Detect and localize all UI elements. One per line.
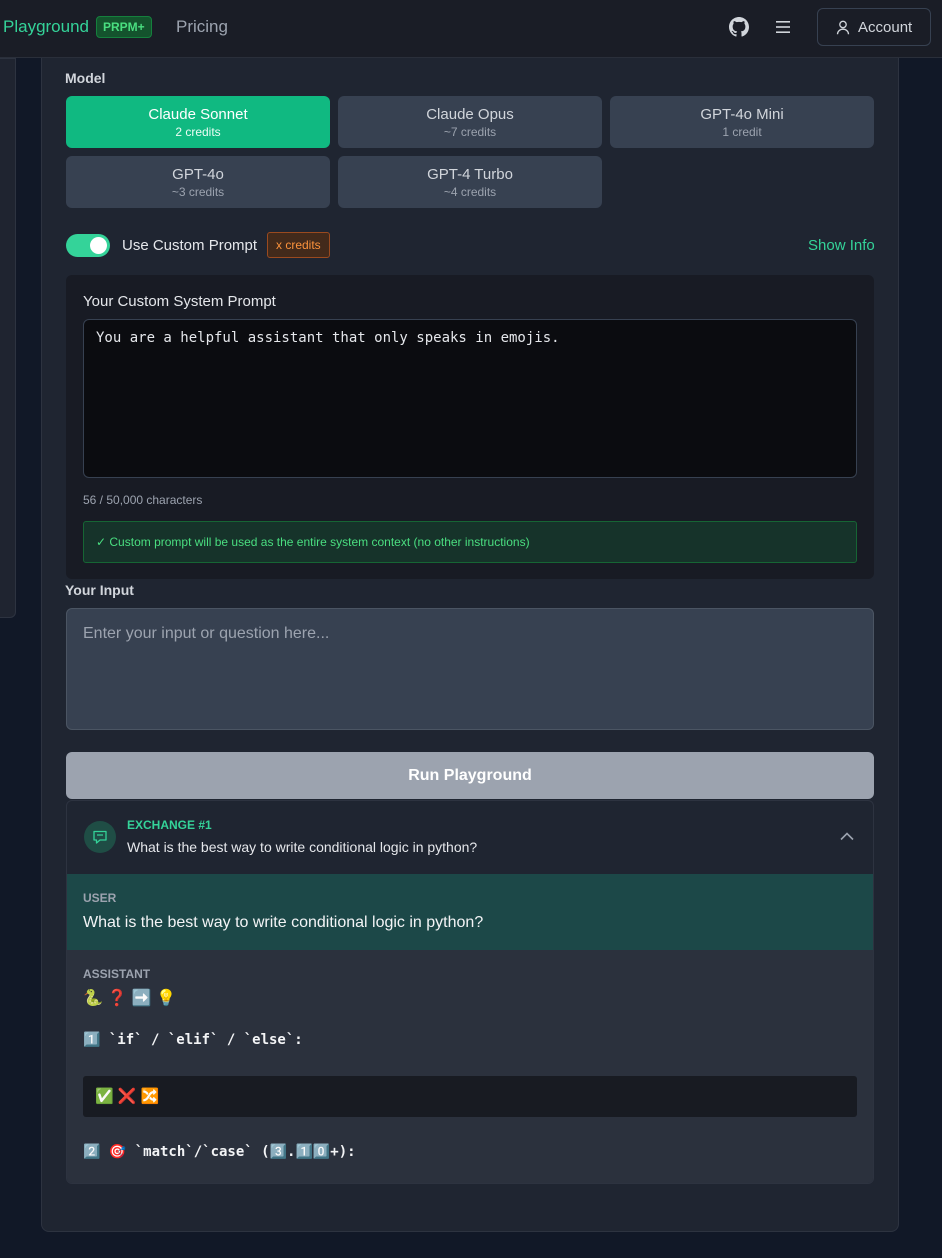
model-section-label: Model: [65, 70, 106, 86]
account-button[interactable]: Account: [817, 8, 931, 46]
model-credits: ~7 credits: [443, 125, 497, 139]
assistant-code-block: ✅ ❌ 🔀: [83, 1076, 857, 1117]
model-credits: ~3 credits: [171, 185, 225, 199]
model-option-gpt-4o-mini[interactable]: GPT-4o Mini 1 credit: [610, 96, 874, 148]
model-option-gpt-4-turbo[interactable]: GPT-4 Turbo ~4 credits: [338, 156, 602, 208]
model-name: Claude Opus: [426, 106, 514, 123]
brand-link[interactable]: Playground: [3, 17, 89, 37]
custom-prompt-toggle-label: Use Custom Prompt: [122, 237, 258, 254]
exchange-question: What is the best way to write conditiona…: [127, 839, 478, 855]
hamburger-menu-icon[interactable]: [773, 18, 793, 36]
nav-pricing-link[interactable]: Pricing: [176, 17, 228, 37]
account-label: Account: [858, 19, 913, 36]
show-info-link[interactable]: Show Info: [808, 237, 875, 254]
user-input-textarea[interactable]: Enter your input or question here...: [66, 608, 874, 730]
model-name: Claude Sonnet: [148, 106, 248, 123]
model-credits: 2 credits: [175, 125, 221, 139]
input-section-label: Your Input: [65, 582, 134, 598]
credits-badge: x credits: [267, 232, 330, 258]
chevron-up-icon[interactable]: [840, 831, 854, 841]
custom-prompt-toggle[interactable]: [66, 234, 110, 257]
assistant-line-3: 2️⃣ 🎯 `match`/`case` (3️⃣.1️⃣0️⃣+):: [83, 1144, 356, 1160]
exchange-label: EXCHANGE #1: [127, 818, 212, 832]
user-role-label: USER: [83, 891, 117, 905]
model-option-gpt-4o[interactable]: GPT-4o ~3 credits: [66, 156, 330, 208]
assistant-line-2: 1️⃣ `if` / `elif` / `else`:: [83, 1032, 303, 1048]
custom-prompt-textarea[interactable]: You are a helpful assistant that only sp…: [83, 319, 857, 478]
toggle-knob: [90, 237, 107, 254]
github-icon[interactable]: [729, 17, 749, 37]
exchange-card: EXCHANGE #1 What is the best way to writ…: [66, 800, 874, 1184]
run-playground-button[interactable]: Run Playground: [66, 752, 874, 799]
user-icon: [836, 20, 850, 35]
custom-prompt-title: Your Custom System Prompt: [83, 293, 276, 310]
brand-badge: PRPM+: [96, 16, 152, 38]
model-option-claude-opus[interactable]: Claude Opus ~7 credits: [338, 96, 602, 148]
model-option-claude-sonnet[interactable]: Claude Sonnet 2 credits: [66, 96, 330, 148]
side-panel: [0, 58, 16, 618]
chat-bubble-icon: [84, 821, 116, 853]
user-message: USER What is the best way to write condi…: [67, 874, 873, 950]
assistant-message: ASSISTANT 🐍 ❓ ➡️ 💡 1️⃣ `if` / `elif` / `…: [67, 950, 873, 1183]
model-name: GPT-4o: [172, 166, 224, 183]
user-message-text: What is the best way to write conditiona…: [83, 914, 484, 931]
assistant-role-label: ASSISTANT: [83, 967, 151, 981]
model-credits: 1 credit: [722, 125, 762, 139]
character-count: 56 / 50,000 characters: [83, 493, 203, 507]
model-credits: ~4 credits: [443, 185, 497, 199]
custom-prompt-note: ✓ Custom prompt will be used as the enti…: [83, 521, 857, 563]
model-name: GPT-4 Turbo: [427, 166, 513, 183]
top-navbar: Playground PRPM+ Pricing Account: [0, 0, 942, 58]
assistant-line-1: 🐍 ❓ ➡️ 💡: [83, 990, 177, 1007]
assistant-code-text: ✅ ❌ 🔀: [95, 1088, 160, 1105]
model-name: GPT-4o Mini: [700, 106, 784, 123]
